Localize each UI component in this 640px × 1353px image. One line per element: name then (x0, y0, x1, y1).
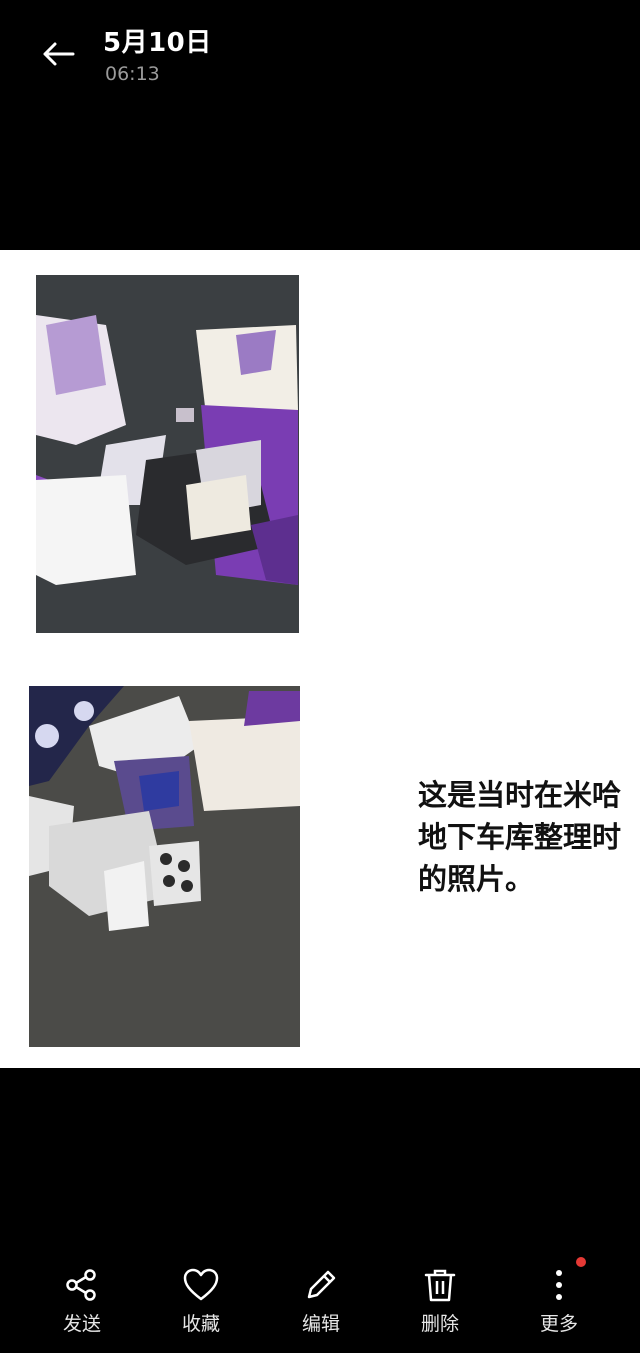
caption-line: 的照片。 (418, 862, 535, 896)
notification-dot (576, 1257, 586, 1267)
share-icon (62, 1265, 102, 1305)
caption-line: 地下车库整理时 (418, 820, 622, 854)
edit-label: 编辑 (301, 1313, 340, 1335)
embedded-photo-2 (29, 686, 300, 1047)
heart-icon (181, 1265, 221, 1305)
page-title: 5月10日 (103, 28, 212, 58)
send-label: 发送 (62, 1313, 101, 1335)
back-arrow-icon (43, 42, 75, 66)
caption-line: 这是当时在米哈 (418, 778, 622, 812)
delete-button[interactable]: 删除 (395, 1255, 485, 1336)
favorite-label: 收藏 (181, 1313, 220, 1335)
embedded-photo-1 (36, 275, 299, 633)
bottom-toolbar: 发送 收藏 编辑 删除 更多 (0, 1255, 640, 1345)
photo-caption: 这是当时在米哈 地下车库整理时 的照片。 (418, 774, 640, 900)
send-button[interactable]: 发送 (37, 1255, 127, 1336)
delete-label: 删除 (420, 1313, 459, 1335)
pencil-icon (301, 1265, 341, 1305)
favorite-button[interactable]: 收藏 (156, 1255, 246, 1336)
more-vertical-icon (539, 1265, 579, 1305)
more-button[interactable]: 更多 (514, 1255, 604, 1336)
top-bar: 5月10日 06:13 (0, 0, 640, 110)
photo-viewer[interactable]: 这是当时在米哈 地下车库整理时 的照片。 (0, 250, 640, 1068)
more-label: 更多 (539, 1313, 578, 1335)
edit-button[interactable]: 编辑 (276, 1255, 366, 1336)
trash-icon (420, 1265, 460, 1305)
back-button[interactable] (36, 34, 80, 74)
timestamp: 06:13 (105, 63, 160, 85)
